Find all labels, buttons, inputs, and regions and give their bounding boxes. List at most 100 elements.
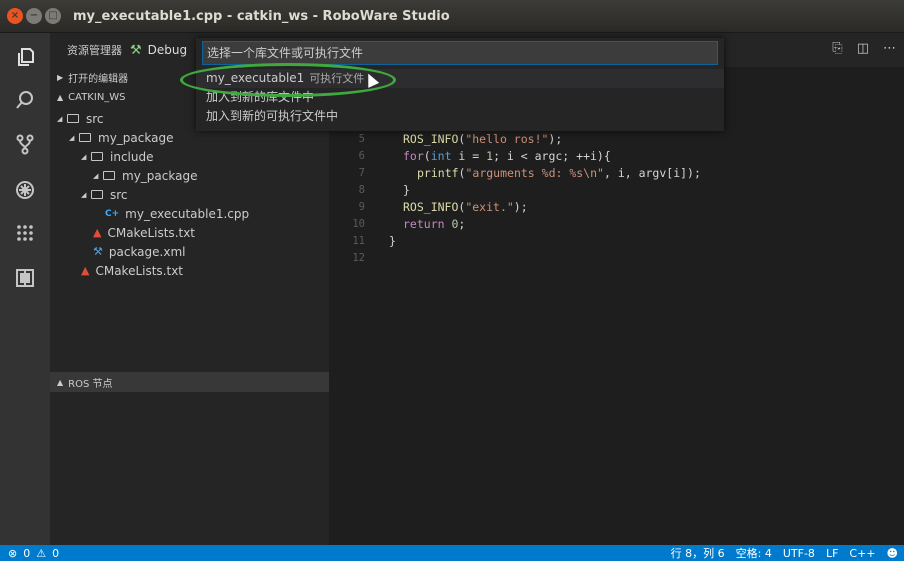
tree-item-label: my_executable1.cpp [125,206,250,221]
warning-count: 0 [52,546,60,560]
code-line: 6 for(int i = 1; i < argc; ++i){ [329,149,904,166]
files-icon [18,48,34,66]
build-config-selector[interactable]: ⚒ Debug [130,43,187,58]
window-controls: × − □ [7,8,61,24]
quick-pick-input[interactable]: 选择一个库文件或可执行文件 [202,41,718,65]
code-line: 5 ROS_INFO("hello ros!"); [329,132,904,149]
tree-item[interactable]: ▲ CMakeLists.txt [50,223,329,242]
close-icon: × [10,10,20,21]
warning-icon: ⚠ [36,546,47,560]
tree-item-label: src [86,111,104,126]
line-number: 10 [352,218,365,230]
tree-item-label: CMakeLists.txt [95,263,184,278]
quick-pick-item-label: my_executable1 [206,71,305,85]
editor-actions: ⎘ ◫ ⋯ [832,41,896,56]
code-line: 11} [329,234,904,251]
close-window-button[interactable]: × [7,8,23,24]
open-editors-label: 打开的编辑器 [68,73,129,85]
code-line: 12 [329,251,904,268]
code-text: printf("arguments %d: %s\n", i, argv[i])… [417,166,701,180]
cursor-position[interactable]: 行 8，列 6 [671,545,725,561]
maximize-window-button[interactable]: □ [45,8,61,24]
debug-activity-button[interactable] [0,173,50,207]
quick-pick-item-label: 加入到新的可执行文件中 [206,109,339,123]
tree-item[interactable]: ⚒ package.xml [50,242,329,261]
code-line: 8} [329,183,904,200]
code-text: ROS_INFO("hello ros!"); [403,132,563,146]
activity-bar [0,33,50,545]
ros-nodes-label: ROS 节点 [68,378,113,390]
folder-icon [103,171,115,180]
code-line: 9 ROS_INFO("exit."); [329,200,904,217]
feedback-smiley-icon[interactable]: ☻ [887,547,898,560]
tree-item[interactable]: C+ my_executable1.cpp [50,204,329,223]
minimize-icon: − [29,10,39,21]
quick-pick-dialog: 选择一个库文件或可执行文件 my_executable1 可执行文件 加入到新的库… [196,38,724,131]
minimize-window-button[interactable]: − [26,8,42,24]
line-number: 12 [352,252,365,264]
problems-indicator[interactable]: ⊗ 0 ⚠ 0 [8,547,59,560]
window-title: my_executable1.cpp - catkin_ws - RoboWar… [73,8,450,24]
status-bar: ⊗ 0 ⚠ 0 行 8，列 6 空格: 4 UTF-8 LF C++ ☻ [0,545,904,561]
cmake-file-icon: ▲ [93,226,102,239]
quick-pick-item[interactable]: 加入到新的库文件中 [196,88,724,107]
maximize-icon: □ [48,10,58,21]
ros-package-icon [16,269,34,287]
chevron-down-icon: ◢ [81,190,87,199]
code-line: 10 return 0; [329,217,904,234]
line-number: 9 [358,201,365,213]
line-number: 7 [358,167,365,179]
xml-file-icon: ⚒ [93,245,103,258]
indentation[interactable]: 空格: 4 [736,545,772,561]
chevron-down-icon: ▲ [57,377,64,387]
chevron-down-icon: ◢ [69,133,75,142]
ros-nodes-section[interactable]: ▲ ROS 节点 [50,372,329,392]
quick-pick-item-label: 加入到新的库文件中 [206,90,315,104]
source-control-icon [16,134,34,155]
open-changes-icon[interactable]: ⎘ [832,41,842,56]
chevron-down-icon: ◢ [93,171,99,180]
status-bar-right: 行 8，列 6 空格: 4 UTF-8 LF C++ ☻ [671,545,898,561]
tree-item-label: package.xml [108,244,186,259]
debug-icon [16,181,34,199]
ros-package-activity-button[interactable] [0,261,50,295]
line-number: 8 [358,184,365,196]
cpp-file-icon: C+ [105,208,120,219]
chevron-down-icon: ▲ [57,92,64,102]
tree-item-label: src [110,187,128,202]
more-actions-icon[interactable]: ⋯ [883,41,896,56]
tree-item[interactable]: ◢ include [50,147,329,166]
tree-item-label: include [110,149,154,164]
folder-icon [91,152,103,161]
line-number: 5 [358,133,365,145]
source-control-activity-button[interactable] [0,127,50,161]
split-editor-icon[interactable]: ◫ [857,41,869,56]
tree-item-label: my_package [98,130,174,145]
encoding[interactable]: UTF-8 [783,547,815,560]
code-text: } [389,234,396,248]
folder-icon [67,114,79,123]
tree-item[interactable]: ▲ CMakeLists.txt [50,261,329,280]
code-text: ROS_INFO("exit."); [403,200,528,214]
workspace-label: CATKIN_WS [68,91,126,103]
cmake-file-icon: ▲ [81,264,90,277]
tree-item[interactable]: ◢ my_package [50,166,329,185]
search-activity-button[interactable] [0,83,50,117]
code-line: 7 printf("arguments %d: %s\n", i, argv[i]… [329,166,904,183]
title-bar: × − □ my_executable1.cpp - catkin_ws - R… [0,0,904,33]
file-tree: ◢ src ◢ my_package ◢ include ◢ my_package ◢ src C+… [50,109,329,280]
tree-item-label: CMakeLists.txt [107,225,196,240]
hammer-icon: ⚒ [130,42,142,58]
end-of-line[interactable]: LF [826,547,838,560]
extensions-icon [17,225,33,241]
quick-pick-item-description: 可执行文件 [309,72,365,85]
quick-pick-item[interactable]: 加入到新的可执行文件中 [196,107,724,126]
tree-item[interactable]: ◢ src [50,185,329,204]
code-text: for(int i = 1; i < argc; ++i){ [403,149,611,163]
line-number: 6 [358,150,365,162]
quick-pick-item[interactable]: my_executable1 可执行文件 [196,69,724,88]
folder-icon [91,190,103,199]
explorer-activity-button[interactable] [0,40,50,74]
extensions-activity-button[interactable] [0,216,50,250]
language-mode[interactable]: C++ [849,547,875,560]
